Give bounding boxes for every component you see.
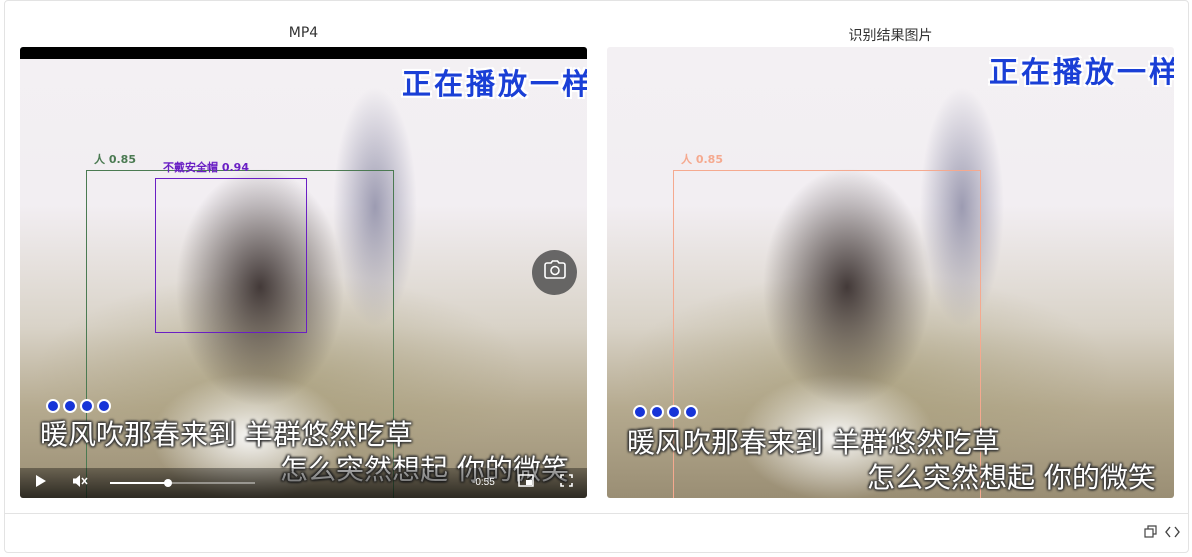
- video-player[interactable]: 正在播放一样 人 0.85 不戴安全帽 0.94 暖风吹那春来到 羊群悠然吃草 …: [20, 47, 587, 498]
- no-helmet-detection-label: 不戴安全帽 0.94: [163, 161, 249, 174]
- picture-in-picture-button[interactable]: [514, 468, 538, 498]
- dot: [650, 405, 664, 419]
- video-watermark: 正在播放一样: [402, 67, 587, 101]
- person-detection-label: 人 0.85: [681, 153, 723, 166]
- video-controls: -0:55: [20, 468, 587, 498]
- dot: [633, 405, 647, 419]
- lyric-line-2: 怎么突然想起 你的微笑: [867, 461, 1156, 494]
- volume-muted-icon: [72, 474, 88, 493]
- result-watermark: 正在播放一样: [989, 55, 1174, 89]
- dot: [667, 405, 681, 419]
- progress-fill: [110, 482, 168, 484]
- fullscreen-icon: [559, 474, 573, 492]
- copy-icon: [1143, 525, 1157, 543]
- dot: [97, 399, 111, 413]
- mute-button[interactable]: [68, 468, 92, 498]
- lyric-line-1: 暖风吹那春来到 羊群悠然吃草: [40, 418, 413, 451]
- code-icon: [1164, 525, 1180, 543]
- play-button[interactable]: [28, 468, 52, 498]
- progress-bar[interactable]: [110, 479, 255, 487]
- fullscreen-button[interactable]: [554, 468, 578, 498]
- picture-in-picture-icon: [518, 474, 534, 492]
- camera-icon: [543, 260, 566, 285]
- play-icon: [35, 474, 46, 492]
- dot: [46, 399, 60, 413]
- dot: [63, 399, 77, 413]
- code-button[interactable]: [1164, 526, 1180, 542]
- person-detection-label: 人 0.85: [94, 153, 136, 166]
- dot: [80, 399, 94, 413]
- time-remaining: -0:55: [472, 477, 495, 488]
- video-top-bar: [20, 47, 587, 59]
- no-helmet-bounding-box: [155, 178, 307, 333]
- snapshot-button[interactable]: [532, 250, 577, 295]
- lyric-line-1: 暖风吹那春来到 羊群悠然吃草: [627, 426, 1000, 459]
- result-card: MP4 正在播放一样 人 0.85 不戴安全帽 0.94 暖风吹那春来到 羊群悠…: [4, 0, 1189, 553]
- right-panel-title: 识别结果图片: [848, 28, 933, 44]
- progress-thumb[interactable]: [164, 479, 172, 487]
- result-image: 正在播放一样 人 0.85 暖风吹那春来到 羊群悠然吃草 怎么突然想起 你的微笑: [607, 47, 1174, 498]
- lyric-progress-dots: [633, 405, 698, 419]
- left-panel-title: MP4: [288, 25, 319, 41]
- lyric-progress-dots: [46, 399, 111, 413]
- card-footer: [5, 513, 1188, 553]
- dot: [684, 405, 698, 419]
- copy-button[interactable]: [1142, 525, 1158, 543]
